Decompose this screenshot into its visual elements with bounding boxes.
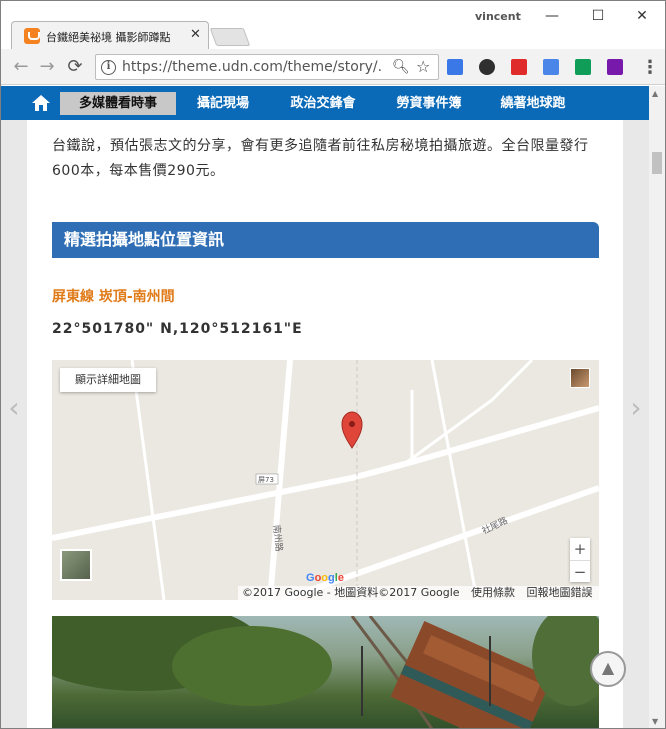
close-window-button[interactable]: ✕ bbox=[627, 5, 657, 27]
google-logo: Google bbox=[306, 572, 344, 584]
section-heading: 精選拍攝地點位置資訊 bbox=[52, 222, 599, 258]
train-photo-scene bbox=[52, 616, 599, 728]
map-copyright: ©2017 Google - 地圖資料©2017 Google bbox=[242, 586, 460, 599]
map-zoom-control: + − bbox=[570, 538, 590, 582]
scroll-thumb[interactable] bbox=[652, 152, 662, 174]
google-classroom-icon[interactable] bbox=[575, 59, 591, 75]
tab-close-icon[interactable]: ✕ bbox=[190, 27, 201, 42]
scroll-down-arrow-icon[interactable]: ▼ bbox=[652, 717, 658, 726]
browser-window: 台鐵絕美祕境 攝影師蹲點 ✕ vincent — ☐ ✕ ← → ⟳ i htt… bbox=[0, 0, 666, 729]
tab-title: 台鐵絕美祕境 攝影師蹲點 bbox=[46, 31, 171, 44]
location-coordinates: 22°501780" N,120°512161"E bbox=[52, 321, 303, 337]
zoom-in-button[interactable]: + bbox=[570, 538, 590, 560]
nav-item-photo-scene[interactable]: 攝記現場 bbox=[181, 92, 265, 115]
onenote-icon[interactable] bbox=[607, 59, 623, 75]
home-icon[interactable] bbox=[31, 93, 51, 113]
map-terms-link[interactable]: 使用條款 bbox=[471, 586, 515, 599]
next-article-arrow[interactable]: › bbox=[623, 386, 649, 430]
location-name: 屏東線 崁頂-南州間 bbox=[52, 289, 175, 305]
zoom-out-button[interactable]: − bbox=[570, 560, 590, 582]
evernote-icon[interactable] bbox=[479, 59, 495, 75]
map-road-label: 屏73 bbox=[258, 476, 274, 484]
article-paragraph: 台鐵說，預估張志文的分享，會有更多追隨者前往私房秘境拍攝旅遊。全台限量發行600… bbox=[52, 138, 589, 179]
map-roads: 屏73 南州路 社尾路 bbox=[52, 360, 599, 600]
nav-item-politics[interactable]: 政治交鋒會 bbox=[275, 92, 371, 115]
train-photo bbox=[52, 616, 599, 728]
browser-toolbar: ← → ⟳ i https://theme.udn.com/theme/stor… bbox=[1, 49, 665, 85]
vertical-scrollbar[interactable]: ▲ ▼ bbox=[649, 86, 665, 728]
url-text[interactable]: https://theme.udn.com/theme/story/... bbox=[122, 59, 382, 75]
google-map[interactable]: 屏73 南州路 社尾路 顯示詳細地圖 + − Google ©2017 Goog… bbox=[52, 360, 599, 600]
nav-item-labor[interactable]: 勞資事件簿 bbox=[381, 92, 477, 115]
browser-tab[interactable]: 台鐵絕美祕境 攝影師蹲點 ✕ bbox=[11, 21, 209, 49]
reload-button[interactable]: ⟳ bbox=[63, 55, 87, 79]
extension-check-icon[interactable] bbox=[447, 59, 463, 75]
back-to-top-button[interactable]: ▲ bbox=[590, 651, 626, 687]
bookmark-star-icon[interactable]: ☆ bbox=[416, 57, 430, 76]
profile-name[interactable]: vincent bbox=[475, 10, 521, 23]
pegman-avatar[interactable] bbox=[570, 368, 590, 388]
map-attribution: ©2017 Google - 地圖資料©2017 Google 使用條款 回報地… bbox=[238, 586, 599, 600]
info-icon[interactable]: i bbox=[101, 60, 116, 75]
maximize-button[interactable]: ☐ bbox=[583, 5, 613, 27]
map-report-link[interactable]: 回報地圖錯誤 bbox=[527, 586, 593, 599]
nav-item-multimedia[interactable]: 多媒體看時事 bbox=[60, 92, 176, 115]
map-road-label: 社尾路 bbox=[480, 514, 510, 537]
forward-button[interactable]: → bbox=[35, 55, 59, 79]
new-tab-button[interactable] bbox=[209, 28, 251, 46]
address-bar[interactable]: i https://theme.udn.com/theme/story/... … bbox=[95, 54, 439, 80]
chrome-menu-icon[interactable]: ⋮ bbox=[641, 57, 659, 78]
back-button[interactable]: ← bbox=[9, 55, 33, 79]
scroll-up-arrow-icon[interactable]: ▲ bbox=[652, 89, 658, 98]
nav-item-world[interactable]: 繞著地球跑 bbox=[485, 92, 581, 115]
minimize-button[interactable]: — bbox=[537, 5, 567, 27]
title-bar: 台鐵絕美祕境 攝影師蹲點 ✕ vincent — ☐ ✕ bbox=[1, 1, 665, 49]
flipboard-icon[interactable] bbox=[511, 59, 527, 75]
prev-article-arrow[interactable]: ‹ bbox=[1, 386, 27, 430]
udn-favicon-icon bbox=[24, 28, 40, 44]
google-translate-icon[interactable] bbox=[543, 59, 559, 75]
satellite-view-toggle[interactable] bbox=[60, 549, 92, 581]
article-content: 台鐵說，預估張志文的分享，會有更多追隨者前往私房秘境拍攝旅遊。全台限量發行600… bbox=[27, 120, 623, 728]
site-nav-bar: 多媒體看時事 攝記現場 政治交鋒會 勞資事件簿 繞著地球跑 bbox=[1, 86, 649, 120]
zoom-icon[interactable]: 🔍︎ bbox=[392, 59, 410, 75]
page-viewport: 多媒體看時事 攝記現場 政治交鋒會 勞資事件簿 繞著地球跑 ‹ › 台鐵說，預估… bbox=[1, 86, 649, 728]
map-detail-button[interactable]: 顯示詳細地圖 bbox=[60, 368, 156, 392]
